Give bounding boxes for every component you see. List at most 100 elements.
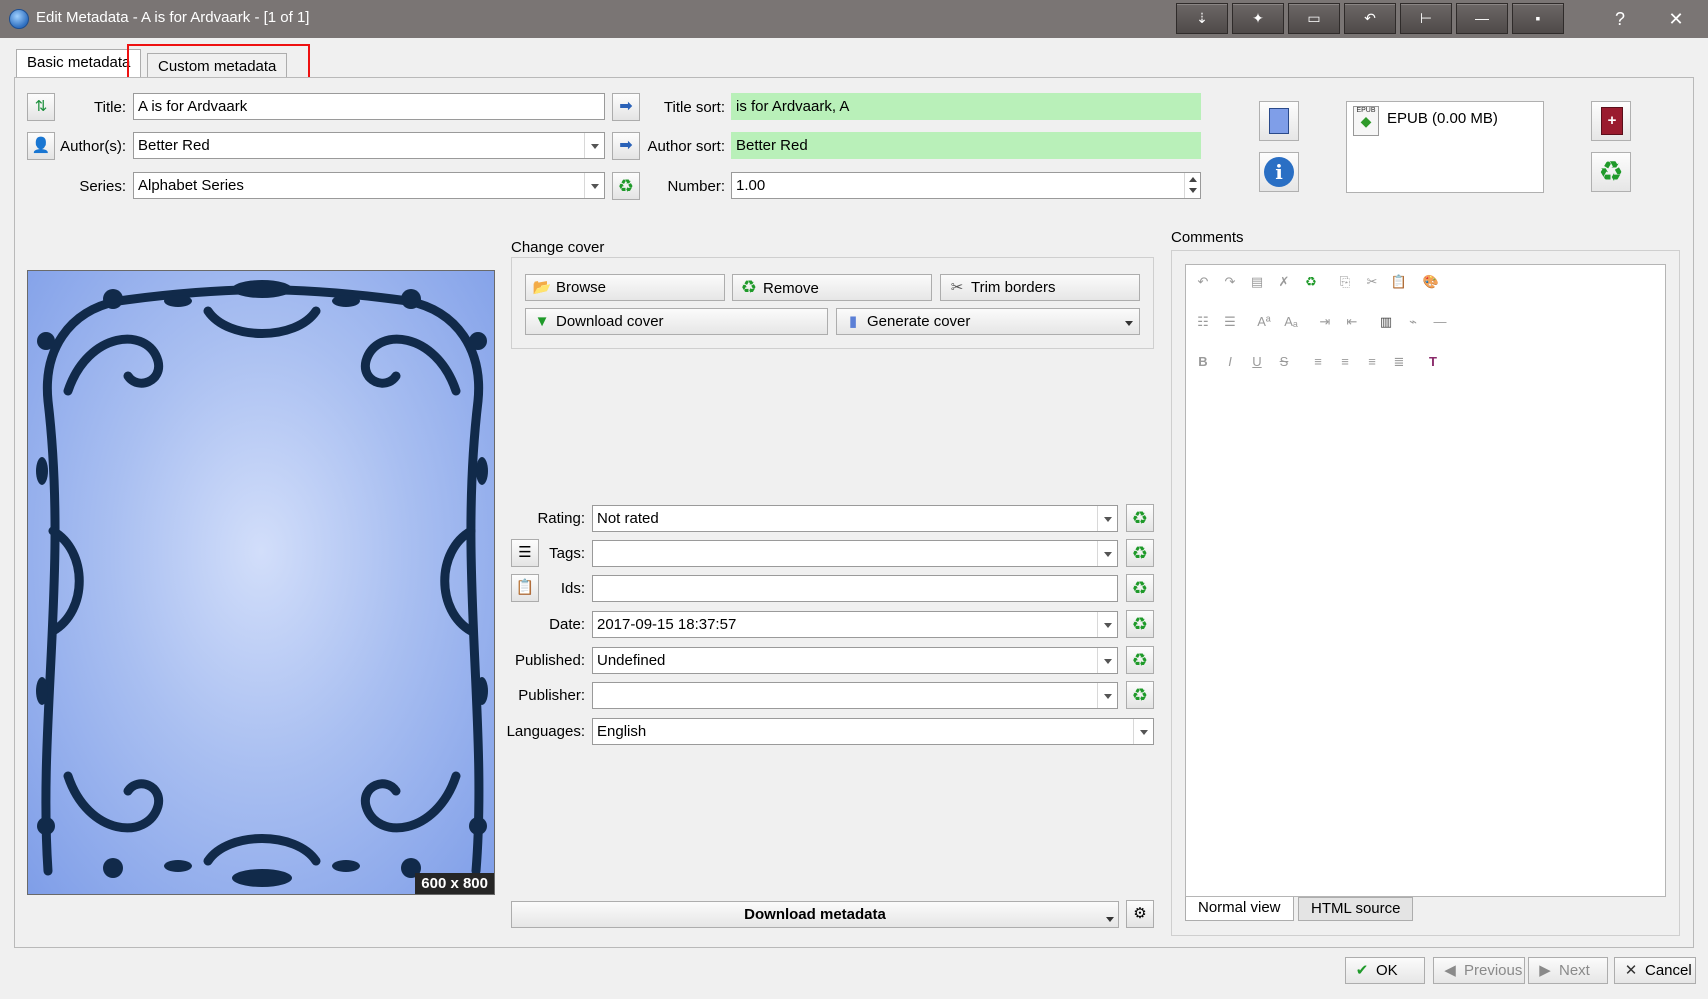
underline-icon[interactable]: U xyxy=(1248,353,1266,371)
title-input[interactable]: A is for Ardvaark xyxy=(133,93,605,120)
superscript-icon[interactable]: Aª xyxy=(1255,313,1273,331)
shade-icon[interactable]: — xyxy=(1456,3,1508,34)
select-all-icon[interactable]: ▤ xyxy=(1248,273,1266,291)
date-clear-button[interactable]: ♻ xyxy=(1126,610,1154,638)
generate-cover-button[interactable]: ▮ Generate cover xyxy=(836,308,1140,335)
remove-format-icon[interactable]: ♻ xyxy=(1591,152,1631,192)
authors-input[interactable]: Better Red xyxy=(133,132,605,159)
author-sort-copy-button[interactable]: ➡ xyxy=(612,132,640,160)
subscript-icon[interactable]: Aₐ xyxy=(1282,313,1300,331)
bold-icon[interactable]: B xyxy=(1194,353,1212,371)
window-icon[interactable]: ▭ xyxy=(1288,3,1340,34)
info-icon[interactable]: i xyxy=(1259,152,1299,192)
download-metadata-button[interactable]: Download metadata xyxy=(511,901,1119,928)
chevron-down-icon[interactable] xyxy=(1097,506,1117,531)
columns-icon[interactable]: ▥ xyxy=(1377,313,1395,331)
number-input[interactable]: 1.00 xyxy=(731,172,1201,199)
check-icon: ✔ xyxy=(1355,962,1369,979)
publisher-clear-button[interactable]: ♻ xyxy=(1126,681,1154,709)
color-palette-icon[interactable]: 🎨 xyxy=(1422,273,1440,291)
minimize-to-tray-icon[interactable]: ⇣ xyxy=(1176,3,1228,34)
redo-icon[interactable]: ↷ xyxy=(1221,273,1239,291)
rating-clear-button[interactable]: ♻ xyxy=(1126,504,1154,532)
align-right-icon[interactable]: ≡ xyxy=(1363,353,1381,371)
comments-editor[interactable]: ↶ ↷ ▤ ✗ ♻ ⎘ ✂ 📋 🎨 ☷ ☰ Aª Aₐ ⇥ ⇤ ▥ ⌁ — B … xyxy=(1185,264,1666,897)
tags-clear-button[interactable]: ♻ xyxy=(1126,539,1154,567)
series-clear-button[interactable]: ♻ xyxy=(612,172,640,200)
close-button[interactable]: ✕ xyxy=(1656,6,1696,32)
title-sort-input[interactable]: is for Ardvaark, A xyxy=(731,93,1201,120)
series-input[interactable]: Alphabet Series xyxy=(133,172,605,199)
pin-icon[interactable]: ✦ xyxy=(1232,3,1284,34)
tab-basic-metadata[interactable]: Basic metadata xyxy=(16,49,142,79)
number-spinner[interactable] xyxy=(1184,173,1200,198)
ids-input[interactable] xyxy=(592,575,1118,602)
title-sort-copy-button[interactable]: ➡ xyxy=(612,93,640,121)
chevron-down-icon[interactable] xyxy=(1125,321,1133,326)
formats-list[interactable]: EPUB ◆ EPUB (0.00 MB) xyxy=(1346,101,1544,193)
paste-ids-icon[interactable]: 📋 xyxy=(511,574,539,602)
stick-icon[interactable]: ⊢ xyxy=(1400,3,1452,34)
chevron-down-icon[interactable] xyxy=(1097,541,1117,566)
trim-borders-button[interactable]: ✂ Trim borders xyxy=(940,274,1140,301)
align-left-icon[interactable]: ≡ xyxy=(1309,353,1327,371)
rating-select[interactable]: Not rated xyxy=(592,505,1118,532)
languages-value: English xyxy=(597,723,647,740)
chevron-down-icon[interactable] xyxy=(1133,719,1153,744)
cover-thumbnail-icon[interactable] xyxy=(1259,101,1299,141)
copy-icon[interactable]: ⎘ xyxy=(1336,273,1354,291)
help-button[interactable]: ? xyxy=(1600,6,1640,32)
chevron-down-icon[interactable] xyxy=(584,173,604,198)
tags-input[interactable] xyxy=(592,540,1118,567)
link-icon[interactable]: ⌁ xyxy=(1404,313,1422,331)
tab-label: Basic metadata xyxy=(27,54,131,71)
italic-icon[interactable]: I xyxy=(1221,353,1239,371)
published-input[interactable]: Undefined xyxy=(592,647,1118,674)
align-justify-icon[interactable]: ≣ xyxy=(1390,353,1408,371)
remove-cover-button[interactable]: ♻ Remove xyxy=(732,274,932,301)
publisher-input[interactable] xyxy=(592,682,1118,709)
cover-image[interactable]: 600 x 800 xyxy=(27,270,495,895)
align-center-icon[interactable]: ≡ xyxy=(1336,353,1354,371)
languages-input[interactable]: English xyxy=(592,718,1154,745)
chevron-down-icon[interactable] xyxy=(1097,648,1117,673)
chevron-down-icon[interactable] xyxy=(1097,683,1117,708)
date-input[interactable]: 2017-09-15 18:37:57 xyxy=(592,611,1118,638)
ordered-list-icon[interactable]: ☷ xyxy=(1194,313,1212,331)
chevron-down-icon[interactable] xyxy=(1106,917,1114,922)
undo-icon[interactable]: ↶ xyxy=(1194,273,1212,291)
add-format-icon[interactable]: + xyxy=(1591,101,1631,141)
text-style-icon[interactable]: T xyxy=(1424,353,1442,371)
rollup-icon[interactable]: ↶ xyxy=(1344,3,1396,34)
tab-normal-view[interactable]: Normal view xyxy=(1185,897,1294,921)
author-sort-input[interactable]: Better Red xyxy=(731,132,1201,159)
tag-editor-icon[interactable]: ☰ xyxy=(511,539,539,567)
cancel-button[interactable]: ✕ Cancel xyxy=(1614,957,1696,984)
swap-title-author-icon[interactable]: ⇅ xyxy=(27,93,55,121)
series-value: Alphabet Series xyxy=(138,177,244,194)
ok-button[interactable]: ✔ OK xyxy=(1345,957,1425,984)
clear-icon[interactable]: ♻ xyxy=(1302,273,1320,291)
ids-clear-button[interactable]: ♻ xyxy=(1126,574,1154,602)
remove-format-text-icon[interactable]: ✗ xyxy=(1275,273,1293,291)
metadata-sources-settings-icon[interactable]: ⚙ xyxy=(1126,900,1154,928)
published-clear-button[interactable]: ♻ xyxy=(1126,646,1154,674)
paste-icon[interactable]: 📋 xyxy=(1390,273,1408,291)
tab-html-source[interactable]: HTML source xyxy=(1298,897,1414,921)
next-button[interactable]: ▶ Next xyxy=(1528,957,1608,984)
unordered-list-icon[interactable]: ☰ xyxy=(1221,313,1239,331)
chevron-down-icon[interactable] xyxy=(1097,612,1117,637)
download-cover-button[interactable]: ▼ Download cover xyxy=(525,308,828,335)
chevron-down-icon[interactable] xyxy=(584,133,604,158)
cut-icon[interactable]: ✂ xyxy=(1363,273,1381,291)
indent-icon[interactable]: ⇥ xyxy=(1316,313,1334,331)
horizontal-rule-icon[interactable]: — xyxy=(1431,313,1449,331)
dot-icon[interactable]: ▪ xyxy=(1512,3,1564,34)
author-manage-icon[interactable]: 👤 xyxy=(27,132,55,160)
browse-cover-button[interactable]: 📂 Browse xyxy=(525,274,725,301)
previous-button[interactable]: ◀ Previous xyxy=(1433,957,1525,984)
strikethrough-icon[interactable]: S xyxy=(1275,353,1293,371)
button-label: OK xyxy=(1376,962,1398,979)
outdent-icon[interactable]: ⇤ xyxy=(1343,313,1361,331)
format-item[interactable]: EPUB (0.00 MB) xyxy=(1387,110,1498,127)
